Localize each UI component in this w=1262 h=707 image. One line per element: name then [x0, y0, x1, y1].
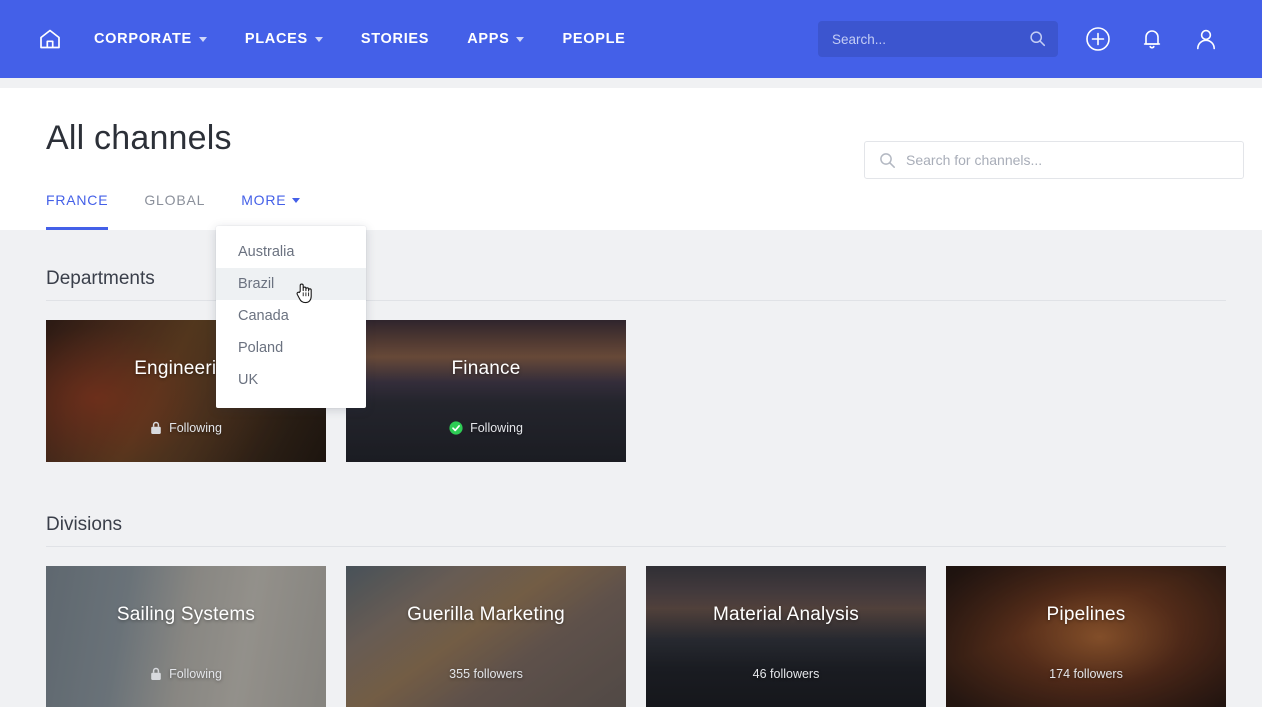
nav-item-places[interactable]: PLACES: [245, 23, 323, 55]
channel-search-input[interactable]: [906, 145, 1206, 175]
channel-card[interactable]: Finance Following: [346, 320, 626, 462]
nav-item-label: CORPORATE: [94, 31, 192, 47]
dropdown-item-label: UK: [238, 372, 259, 388]
card-meta-label: 174 followers: [1049, 667, 1123, 681]
channel-card[interactable]: Sailing Systems Following: [46, 566, 326, 707]
chevron-down-icon: [292, 197, 301, 203]
chevron-down-icon: [314, 36, 323, 42]
chevron-down-icon: [516, 36, 525, 42]
card-meta: 174 followers: [946, 667, 1226, 681]
nav-links: CORPORATE PLACES STORIES APPS PEOPLE: [94, 23, 664, 55]
tab-global[interactable]: GLOBAL: [144, 192, 205, 230]
bell-icon[interactable]: [1138, 25, 1166, 53]
dropdown-item-uk[interactable]: UK: [216, 364, 366, 396]
card-meta: Following: [346, 421, 626, 435]
search-input[interactable]: [818, 22, 1013, 56]
lock-icon: [150, 421, 162, 435]
nav-item-corporate[interactable]: CORPORATE: [94, 23, 207, 55]
nav-item-label: PLACES: [244, 31, 308, 47]
card-meta-label: Following: [169, 421, 222, 435]
channel-card[interactable]: Material Analysis 46 followers: [646, 566, 926, 707]
dropdown-item-canada[interactable]: Canada: [216, 300, 366, 332]
nav-item-label: PEOPLE: [562, 31, 626, 47]
dropdown-item-label: Poland: [238, 340, 284, 356]
card-meta-label: 46 followers: [752, 667, 820, 681]
tab-label: GLOBAL: [144, 192, 206, 208]
channel-card[interactable]: Guerilla Marketing 355 followers: [346, 566, 626, 707]
navbar-actions: [818, 0, 1262, 78]
card-meta: Following: [46, 421, 326, 435]
search-icon: [879, 152, 896, 169]
channel-tabs: FRANCE GLOBAL MORE: [46, 192, 336, 230]
dropdown-item-brazil[interactable]: Brazil: [216, 268, 366, 300]
dropdown-item-poland[interactable]: Poland: [216, 332, 366, 364]
nav-item-apps[interactable]: APPS: [467, 23, 525, 55]
tab-more[interactable]: MORE: [241, 192, 301, 230]
dropdown-item-label: Australia: [238, 244, 295, 260]
card-meta: 355 followers: [346, 667, 626, 681]
page-header: All channels FRANCE GLOBAL MORE: [0, 88, 1262, 230]
check-circle-icon: [449, 421, 463, 435]
app-root: CORPORATE PLACES STORIES APPS PEOPLE Sea…: [0, 0, 1262, 707]
card-overlay: [346, 566, 626, 707]
user-icon[interactable]: [1192, 25, 1220, 53]
card-overlay: [346, 320, 626, 462]
card-meta: 46 followers: [646, 667, 926, 681]
plus-circle-icon[interactable]: [1084, 25, 1112, 53]
page-title: All channels: [46, 119, 232, 157]
tab-label: FRANCE: [46, 192, 109, 208]
dropdown-item-label: Canada: [238, 308, 289, 324]
card-meta-label: 355 followers: [449, 667, 523, 681]
section-title-departments: Departments: [46, 268, 155, 289]
card-overlay: [46, 566, 326, 707]
search-icon: [1029, 30, 1046, 52]
tab-label: MORE: [241, 192, 287, 208]
card-title: Material Analysis: [713, 604, 859, 625]
navbar-underbar: [0, 78, 1262, 88]
nav-item-label: APPS: [467, 31, 510, 47]
card-overlay: [946, 566, 1226, 707]
channels-content: Departments Engineering Following Financ…: [0, 230, 1262, 707]
nav-item-label: STORIES: [360, 31, 430, 47]
nav-item-stories[interactable]: STORIES: [361, 23, 429, 55]
dropdown-item-australia[interactable]: Australia: [216, 236, 366, 268]
divisions-card-grid: Sailing Systems Following Guerilla Marke…: [46, 566, 1226, 707]
card-meta: Following: [46, 667, 326, 681]
tab-france[interactable]: FRANCE: [46, 192, 109, 230]
card-title: Guerilla Marketing: [407, 604, 565, 625]
channel-card[interactable]: Pipelines 174 followers: [946, 566, 1226, 707]
dropdown-item-label: Brazil: [238, 276, 275, 292]
card-title: Finance: [451, 358, 521, 379]
card-overlay: [646, 566, 926, 707]
channel-search[interactable]: [864, 141, 1244, 179]
card-title: Pipelines: [1046, 604, 1126, 625]
card-title: Sailing Systems: [116, 604, 256, 625]
nav-item-people[interactable]: PEOPLE: [562, 23, 625, 55]
section-divider: [46, 546, 1226, 547]
top-navbar: CORPORATE PLACES STORIES APPS PEOPLE: [0, 0, 1262, 78]
home-icon[interactable]: [34, 23, 66, 55]
card-meta-label: Following: [470, 421, 523, 435]
chevron-down-icon: [198, 36, 207, 42]
lock-icon: [150, 667, 162, 681]
more-dropdown-menu: Australia Brazil Canada Poland UK: [216, 226, 366, 408]
section-title-divisions: Divisions: [46, 514, 123, 535]
card-meta-label: Following: [169, 667, 222, 681]
global-search[interactable]: [818, 21, 1058, 57]
